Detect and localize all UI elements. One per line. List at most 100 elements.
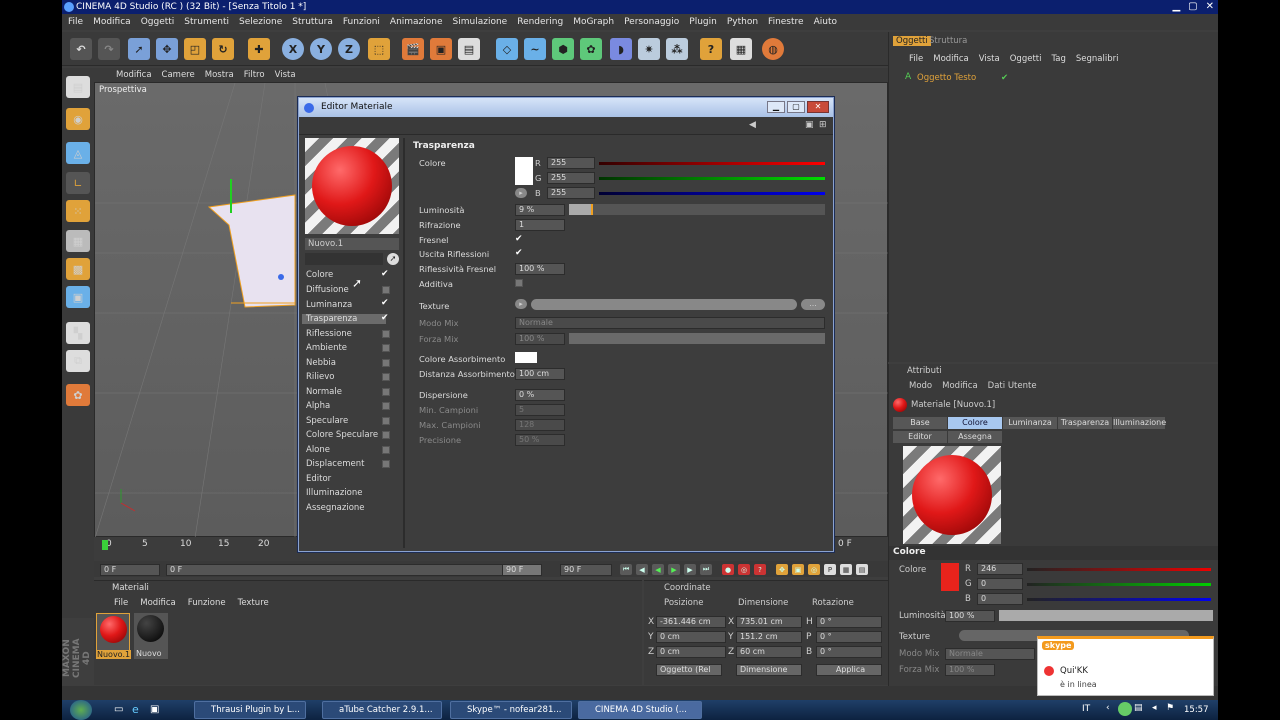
- vp-menu-mostra[interactable]: Mostra: [205, 70, 234, 80]
- coordinate-system-icon[interactable]: ⬚: [368, 38, 390, 60]
- mat-menu-modifica[interactable]: Modifica: [140, 598, 176, 608]
- pos-x-field[interactable]: -361.446 cm: [656, 616, 726, 628]
- timeline-marker[interactable]: [102, 540, 108, 550]
- attr-tab-colore[interactable]: Colore: [948, 417, 1002, 429]
- absorb-dist-field[interactable]: 100 cm: [515, 368, 565, 380]
- tab-oggetti[interactable]: Oggetti: [893, 36, 931, 46]
- network-icon[interactable]: ▤: [1134, 703, 1143, 713]
- web-icon[interactable]: ◍: [762, 38, 784, 60]
- texture-arrow-icon[interactable]: ▸: [515, 299, 527, 309]
- channel-alpha[interactable]: Alpha: [306, 401, 330, 411]
- deformer-icon[interactable]: ◗: [610, 38, 632, 60]
- dialog-minimize-icon[interactable]: ▁: [767, 101, 785, 113]
- dialog-close-icon[interactable]: ✕: [807, 101, 829, 113]
- obj-menu-vista[interactable]: Vista: [979, 54, 1000, 64]
- start-button[interactable]: [70, 700, 92, 720]
- prev-key-icon[interactable]: ◀: [636, 564, 648, 575]
- menu-finestre[interactable]: Finestre: [768, 17, 804, 27]
- dispersion-field[interactable]: 0 %: [515, 389, 565, 401]
- r-slider[interactable]: [599, 162, 825, 165]
- channel-displacement[interactable]: Displacement: [306, 459, 364, 469]
- switch-windows-icon[interactable]: ▣: [150, 704, 159, 715]
- rotate-tool-icon[interactable]: ↻: [212, 38, 234, 60]
- channel-speculare[interactable]: Speculare: [306, 416, 348, 426]
- menu-rendering[interactable]: Rendering: [517, 17, 563, 27]
- scene-icon[interactable]: ✷: [638, 38, 660, 60]
- attr-color-swatch[interactable]: [941, 563, 959, 591]
- max-samples-field[interactable]: 128: [515, 419, 565, 431]
- rot-h-field[interactable]: 0 °: [816, 616, 882, 628]
- dialog-back-icon[interactable]: ◀: [749, 120, 756, 130]
- channel-check-trasparenza[interactable]: ✔: [381, 314, 391, 323]
- menu-mograph[interactable]: MoGraph: [573, 17, 614, 27]
- particles-icon[interactable]: ⁂: [666, 38, 688, 60]
- exit-refl-check[interactable]: ✔: [515, 249, 525, 258]
- timeline-settings-icon[interactable]: ▤: [856, 564, 868, 575]
- light-icon[interactable]: ▦: [730, 38, 752, 60]
- color-mode-icon[interactable]: ▸: [515, 188, 527, 198]
- minimize-icon[interactable]: ▁: [1172, 0, 1180, 14]
- mat-menu-funzione[interactable]: Funzione: [188, 598, 226, 608]
- attr-b-field[interactable]: 0: [977, 593, 1023, 605]
- task-atube[interactable]: aTube Catcher 2.9.1...: [322, 701, 442, 719]
- channel-alone[interactable]: Alone: [306, 445, 330, 455]
- flag-icon[interactable]: ⚑: [1166, 703, 1174, 713]
- record-icon[interactable]: ●: [722, 564, 734, 575]
- go-end-icon[interactable]: ⏭: [700, 564, 712, 575]
- vp-menu-camere[interactable]: Camere: [162, 70, 195, 80]
- attr-tab-editor[interactable]: Editor: [893, 431, 947, 443]
- channel-check-colore-speculare[interactable]: [382, 431, 390, 439]
- obj-menu-segnalibri[interactable]: Segnalibri: [1076, 54, 1119, 64]
- render-view-icon[interactable]: 🎬: [402, 38, 424, 60]
- dim-x-field[interactable]: 735.01 cm: [736, 616, 802, 628]
- menu-simulazione[interactable]: Simulazione: [453, 17, 508, 27]
- channel-illuminazione[interactable]: Illuminazione: [306, 488, 363, 498]
- attr-force-field[interactable]: 100 %: [945, 664, 995, 676]
- channel-check-alpha[interactable]: [382, 402, 390, 410]
- g-field[interactable]: 255: [547, 172, 595, 184]
- attr-tab-base[interactable]: Base: [893, 417, 947, 429]
- channel-check-luminanza[interactable]: ✔: [381, 299, 391, 308]
- channel-luminanza[interactable]: Luminanza: [306, 300, 352, 310]
- undo-icon[interactable]: ↶: [70, 38, 92, 60]
- key-scale-icon[interactable]: ▣: [792, 564, 804, 575]
- z-axis-icon[interactable]: Z: [338, 38, 360, 60]
- obj-menu-modifica[interactable]: Modifica: [933, 54, 969, 64]
- menu-modifica[interactable]: Modifica: [93, 17, 131, 27]
- texture-bar[interactable]: [531, 299, 797, 310]
- channel-rilievo[interactable]: Rilievo: [306, 372, 334, 382]
- mat-menu-texture[interactable]: Texture: [238, 598, 269, 608]
- skype-tray-icon[interactable]: [1118, 702, 1132, 716]
- texture-browse-button[interactable]: ...: [801, 299, 825, 310]
- mat-menu-file[interactable]: File: [114, 598, 128, 608]
- close-icon[interactable]: ✕: [1206, 0, 1214, 14]
- attr-r-slider[interactable]: [1027, 568, 1211, 571]
- channel-check-rilievo[interactable]: [382, 373, 390, 381]
- vp-menu-vista[interactable]: Vista: [275, 70, 296, 80]
- mix-field[interactable]: Normale: [515, 317, 825, 329]
- select-tool-icon[interactable]: ➚: [128, 38, 150, 60]
- b-slider[interactable]: [599, 192, 825, 195]
- object-mode-icon[interactable]: ◬: [66, 142, 90, 164]
- axis-mode-icon[interactable]: ∟: [66, 172, 90, 194]
- channel-check-normale[interactable]: [382, 388, 390, 396]
- attr-tab-assegna[interactable]: Assegna: [948, 431, 1002, 443]
- pos-z-field[interactable]: 0 cm: [656, 646, 726, 658]
- obj-menu-tag[interactable]: Tag: [1051, 54, 1065, 64]
- tab-struttura[interactable]: Struttura: [929, 36, 967, 46]
- current-frame-field[interactable]: 0 F: [166, 564, 542, 576]
- menu-funzioni[interactable]: Funzioni: [343, 17, 380, 27]
- attr-g-slider[interactable]: [1027, 583, 1211, 586]
- texture-mode-icon[interactable]: ▣: [66, 286, 90, 308]
- skype-notification[interactable]: skype Qui'KK è in linea: [1037, 636, 1214, 696]
- tray-expand-icon[interactable]: ‹: [1106, 703, 1110, 713]
- next-key-icon[interactable]: ▶: [684, 564, 696, 575]
- key-position-icon[interactable]: ✥: [776, 564, 788, 575]
- refr-field[interactable]: 1: [515, 219, 565, 231]
- b-field[interactable]: 255: [547, 187, 595, 199]
- channel-nebbia[interactable]: Nebbia: [306, 358, 336, 368]
- editor-arrow-icon[interactable]: ➚: [387, 253, 399, 265]
- attr-menu-modifica[interactable]: Modifica: [942, 381, 978, 391]
- nurbs-icon[interactable]: ⬢: [552, 38, 574, 60]
- polygons-mode-icon[interactable]: ▩: [66, 258, 90, 280]
